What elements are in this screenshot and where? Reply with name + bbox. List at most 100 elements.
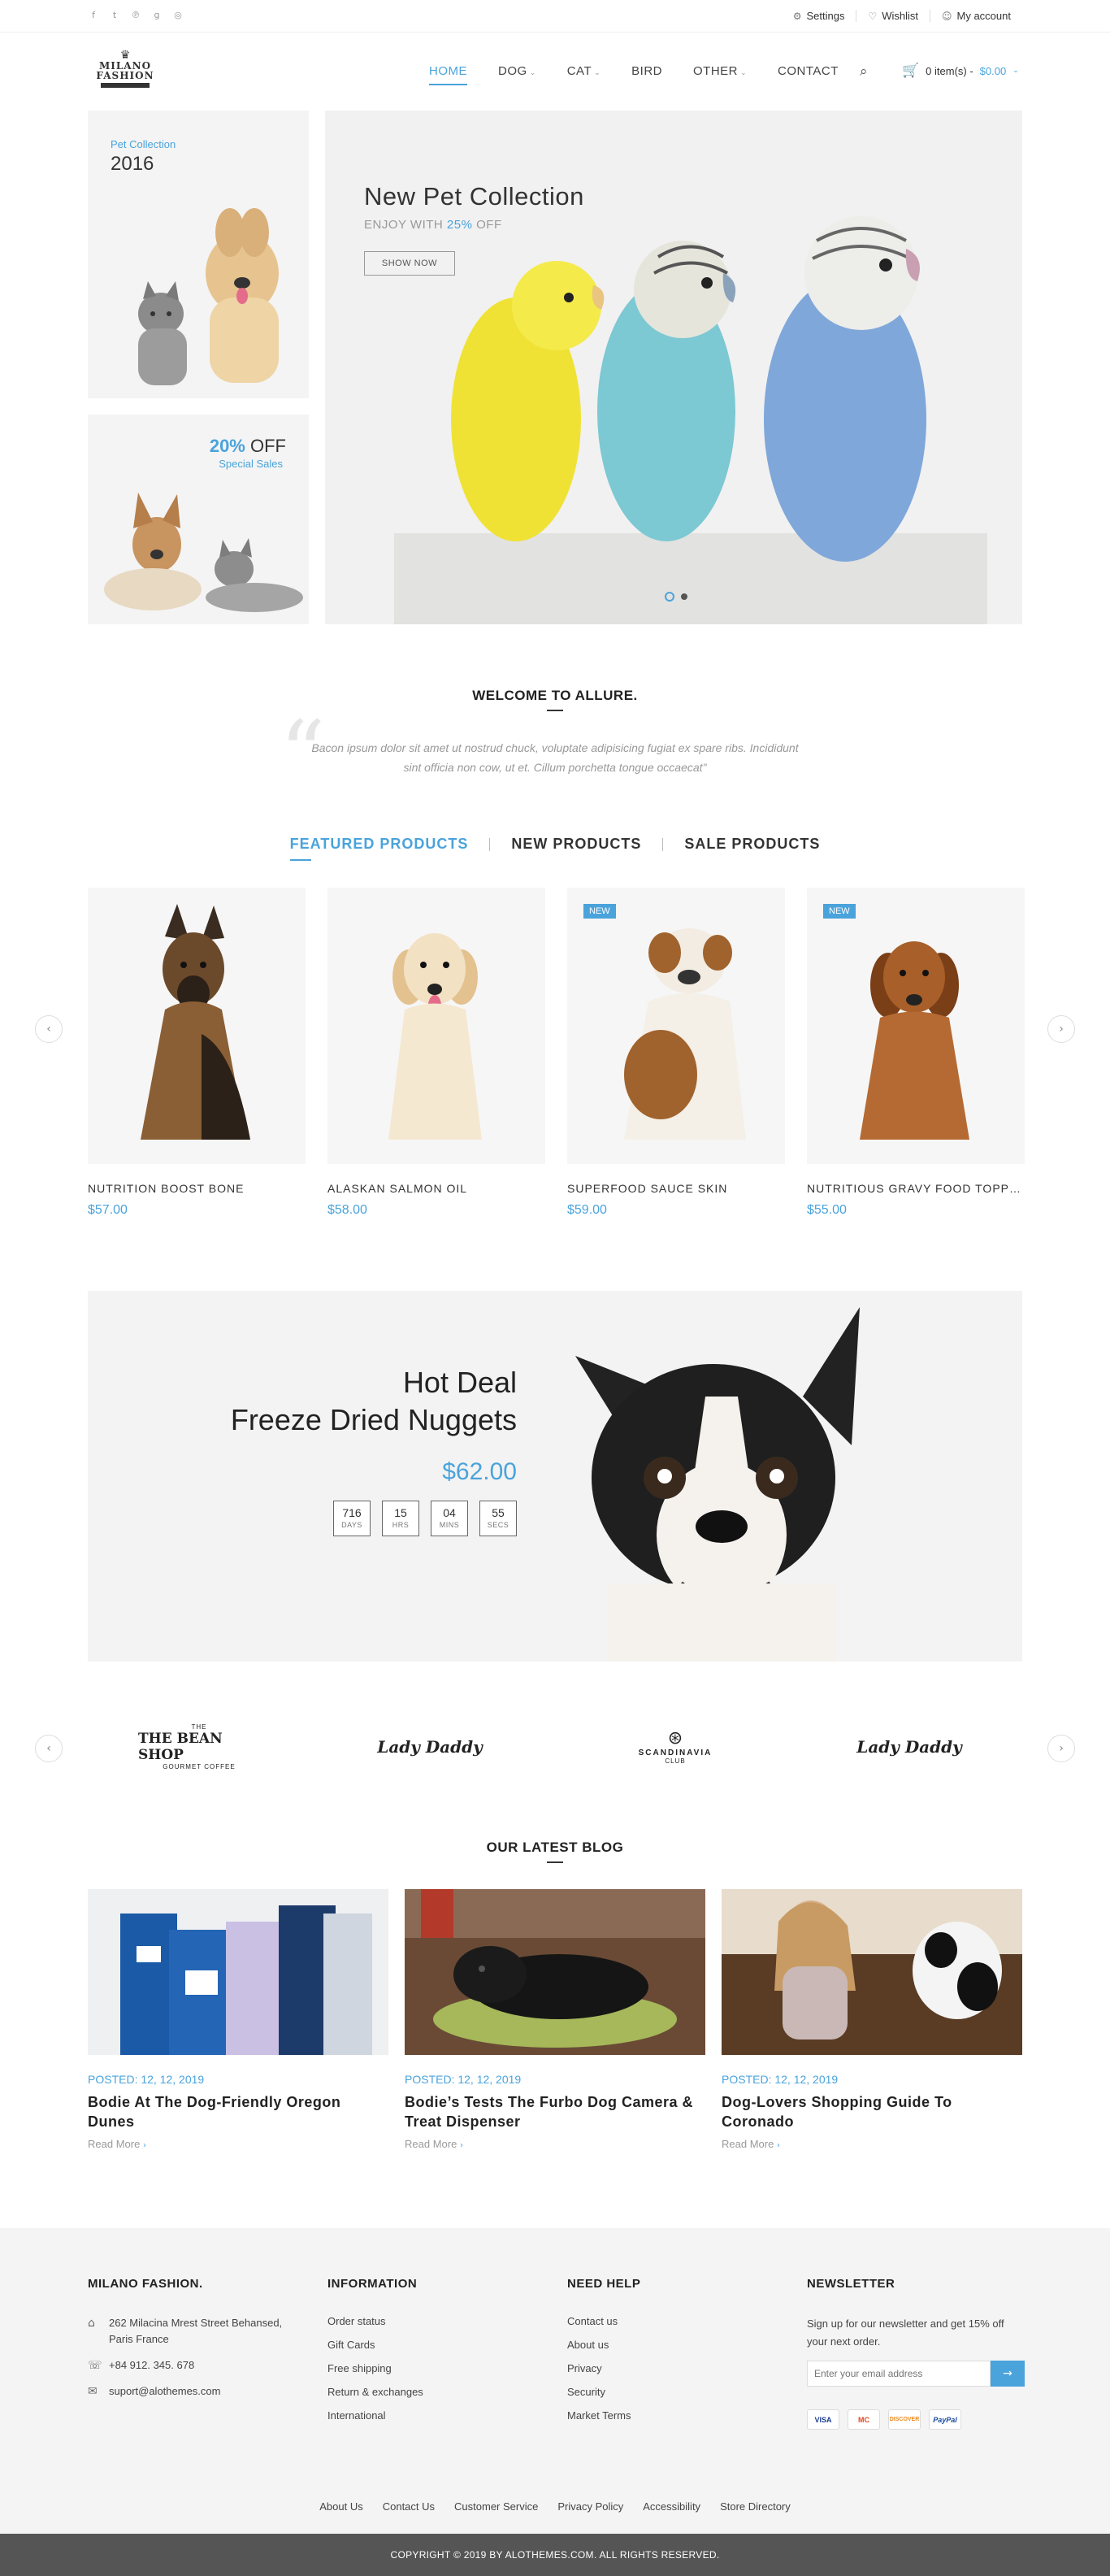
footer-bottom-links: About Us Contact Us Customer Service Pri… [0,2500,1110,2513]
instagram-icon[interactable]: ◎ [172,10,184,20]
nav-item-bird[interactable]: BIRD [631,64,662,78]
black-labrador-image [405,1889,705,2055]
copyright-bar: COPYRIGHT © 2019 BY ALOTHEMES.COM. ALL R… [0,2534,1110,2576]
logo-bar [101,83,150,88]
footer-newsletter-column: NEWSLETTER Sign up for our newsletter an… [807,2277,1026,2430]
boston-terrier-image [575,1307,860,1662]
slider-dot-1[interactable] [665,592,674,602]
footer-link-gift-cards[interactable]: Gift Cards [327,2339,423,2351]
nav-item-cat[interactable]: CAT ⌄ [567,64,601,78]
twitter-icon[interactable]: t [109,10,120,20]
brands-next-button[interactable]: › [1047,1735,1075,1762]
footer-link-customer-service[interactable]: Customer Service [454,2500,538,2513]
deal-title-line2[interactable]: Freeze Dried Nuggets [231,1403,517,1437]
carousel-prev-button[interactable]: ‹ [35,1015,63,1043]
hero-slider[interactable]: New Pet Collection ENJOY WITH 25% OFF SH… [325,111,1022,624]
special-sales-banner[interactable]: 20% OFF Special Sales [88,415,309,624]
product-image[interactable]: NEW [807,888,1025,1164]
footer-link-store-directory[interactable]: Store Directory [720,2500,791,2513]
heart-icon: ♡ [868,10,878,22]
header: ♛ MILANO FASHION HOME DOG ⌄ CAT ⌄ BIRD OTHER ⌄ C… [0,33,1110,111]
countdown-seconds: 55 SECS [479,1501,517,1536]
nav-item-home[interactable]: HOME [429,64,467,85]
product-card[interactable]: NUTRITION BOOST BONE $57.00 [88,888,306,1218]
newsletter-email-input[interactable] [807,2361,991,2387]
carousel-next-button[interactable]: › [1047,1015,1075,1043]
slider-dot-2[interactable] [681,593,687,600]
cart-button[interactable]: 🛒 0 item(s) - $0.00 ⌄ [902,63,1019,79]
visa-icon: VISA [807,2409,839,2430]
footer-link-contact[interactable]: Contact Us [383,2500,435,2513]
product-image[interactable] [88,888,306,1164]
product-image[interactable] [327,888,545,1164]
slide-subtitle: ENJOY WITH 25% OFF [364,218,502,232]
blog-image[interactable] [722,1889,1022,2055]
show-now-button[interactable]: SHOW NOW [364,251,455,276]
golden-retriever-image [388,933,482,1140]
product-card[interactable]: NEW SUPERFOOD SAUCE SKIN $59.00 [567,888,785,1218]
footer-link-returns[interactable]: Return & exchanges [327,2386,423,2398]
brand-logo-scandinavia[interactable]: ⊛ SCANDINAVIA CLUB [614,1720,736,1774]
countdown-timer: 716 DAYS 15 HRS 04 MINS 55 SECS [333,1501,517,1536]
blog-image[interactable] [405,1889,705,2055]
footer-link-contact-us[interactable]: Contact us [567,2315,640,2327]
nav-item-contact[interactable]: CONTACT [778,64,839,78]
product-card[interactable]: ALASKAN SALMON OIL $58.00 [327,888,545,1218]
footer-help-column: NEED HELP Contact us About us Privacy Se… [567,2277,641,2422]
countdown-days: 716 DAYS [333,1501,371,1536]
product-card[interactable]: NEW NUTRITIOUS GRAVY FOOD TOPPER $55.00 [807,888,1025,1218]
site-logo[interactable]: ♛ MILANO FASHION [88,50,163,95]
footer-link-about[interactable]: About Us [319,2500,362,2513]
blog-post: POSTED: 12, 12, 2019 Bodie At The Dog-Fr… [88,1889,388,2150]
brand-logo-lady-daddy[interactable]: Lady Daddy [848,1720,970,1774]
blog-post: POSTED: 12, 12, 2019 Dog-Lovers Shopping… [722,1889,1022,2150]
pet-collection-banner[interactable]: Pet Collection 2016 [88,111,309,398]
pinterest-icon[interactable]: ℗ [130,10,141,20]
footer-link-security[interactable]: Security [567,2386,640,2398]
cat-and-dog-image [138,208,279,385]
product-image[interactable]: NEW [567,888,785,1164]
title-underline [547,710,563,711]
read-more-link[interactable]: Read More › [405,2138,705,2150]
footer-link-privacy[interactable]: Privacy [567,2362,640,2374]
discount-text: 20% OFF [209,436,286,456]
tab-featured-products[interactable]: FEATURED PRODUCTS [289,836,469,861]
account-link[interactable]: ☺ My account [930,10,1022,22]
discover-icon: DISCOVER [888,2409,921,2430]
tab-new-products[interactable]: NEW PRODUCTS [511,836,641,853]
wishlist-link[interactable]: ♡ Wishlist [856,10,930,22]
nav-item-dog[interactable]: DOG ⌄ [498,64,536,78]
gear-icon: ⚙ [792,10,802,22]
chevron-right-icon: › [459,2141,463,2150]
newsletter-submit-button[interactable]: → [991,2361,1025,2387]
welcome-title: WELCOME TO ALLURE. [472,688,638,703]
new-badge: NEW [583,904,616,919]
footer-phone: ☏ +84 912. 345. 678 [88,2359,195,2372]
tab-divider [489,837,491,851]
google-plus-icon[interactable]: g [151,10,163,20]
read-more-link[interactable]: Read More › [88,2138,388,2150]
german-shepherd-image [141,904,250,1140]
nav-item-other[interactable]: OTHER ⌄ [693,64,747,78]
footer-link-about-us[interactable]: About us [567,2339,640,2351]
slide-title: New Pet Collection [364,182,584,211]
settings-link[interactable]: ⚙ Settings [782,10,856,22]
footer-address: ⌂ 262 Milacina Mrest Street Behansed, Par… [88,2315,304,2348]
search-icon[interactable]: ⌕ [860,63,868,80]
facebook-icon[interactable]: f [88,10,99,20]
brand-logo-bean-shop[interactable]: THE THE BEAN SHOP GOURMET COFFEE [138,1720,260,1774]
footer-link-market-terms[interactable]: Market Terms [567,2409,640,2422]
tab-sale-products[interactable]: SALE PRODUCTS [684,836,820,853]
footer-link-privacy-policy[interactable]: Privacy Policy [557,2500,623,2513]
read-more-link[interactable]: Read More › [722,2138,1022,2150]
blog-image[interactable] [88,1889,388,2055]
phone-icon: ☏ [88,2359,102,2372]
footer-link-international[interactable]: International [327,2409,423,2422]
footer-link-accessibility[interactable]: Accessibility [643,2500,700,2513]
footer-link-order-status[interactable]: Order status [327,2315,423,2327]
footer-link-free-shipping[interactable]: Free shipping [327,2362,423,2374]
footer-information-column: INFORMATION Order status Gift Cards Free… [327,2277,423,2422]
brand-logo-lady-daddy[interactable]: Lady Daddy [369,1720,491,1774]
brands-prev-button[interactable]: ‹ [35,1735,63,1762]
footer-email[interactable]: ✉ suport@alothemes.com [88,2383,304,2400]
